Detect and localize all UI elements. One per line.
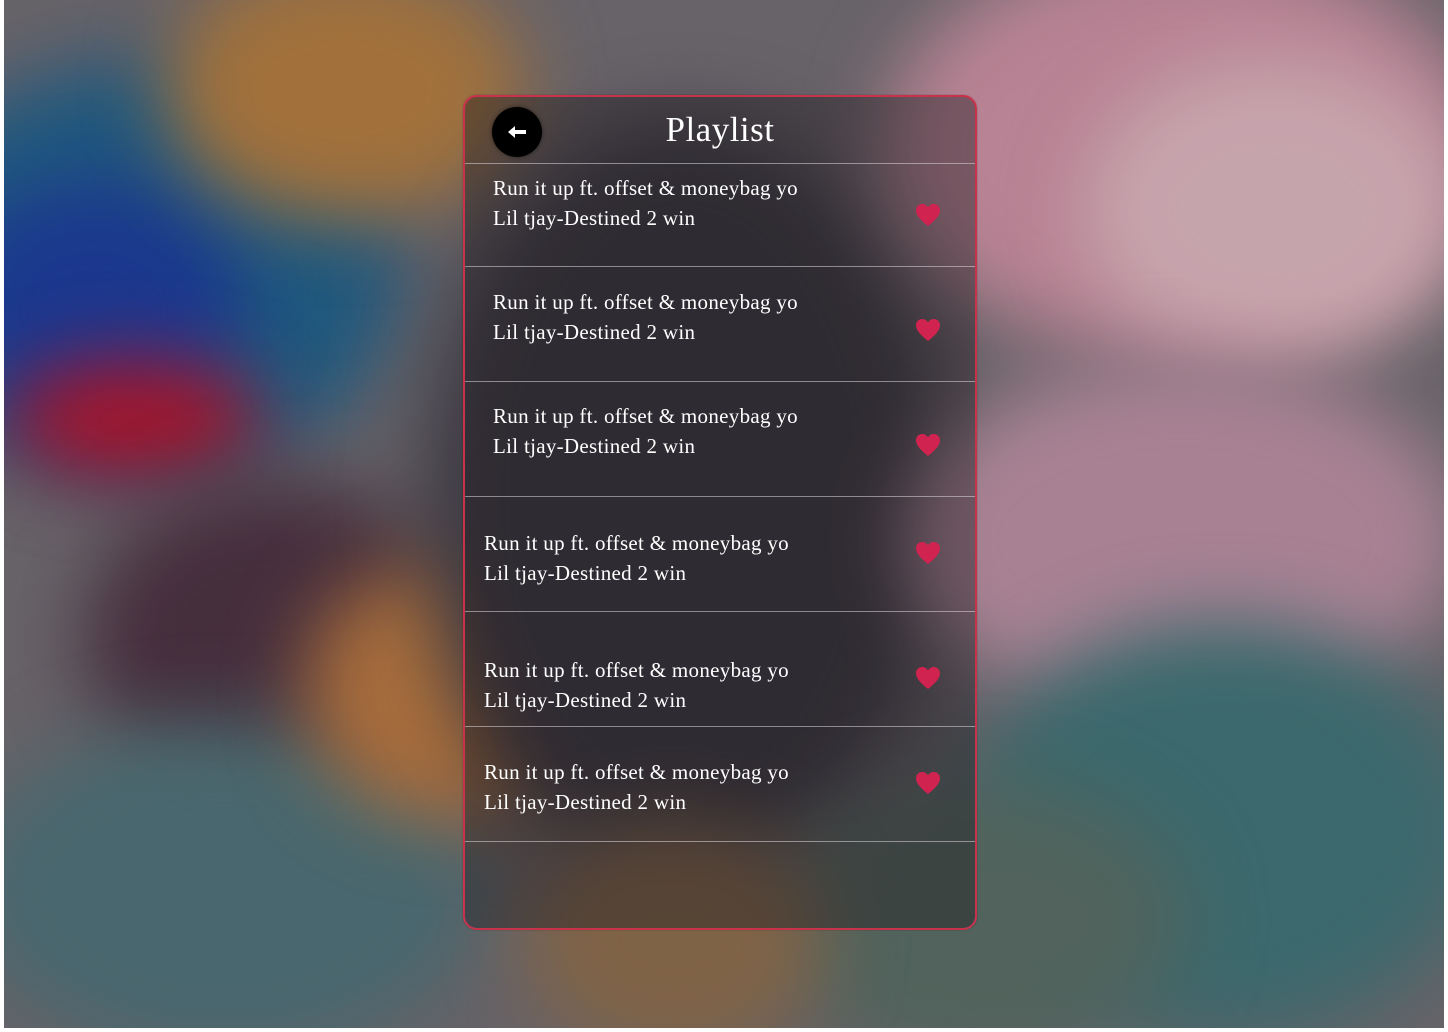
song-info: Run it up ft. offset & moneybag yo Lil t… bbox=[493, 173, 798, 233]
playlist-row[interactable]: Run it up ft. offset & moneybag yo Lil t… bbox=[465, 727, 975, 842]
song-artist: Lil tjay-Destined 2 win bbox=[493, 206, 696, 230]
page-title: Playlist bbox=[665, 110, 775, 149]
song-title: Run it up ft. offset & moneybag yo bbox=[484, 760, 789, 784]
song-title: Run it up ft. offset & moneybag yo bbox=[484, 658, 789, 682]
song-info: Run it up ft. offset & moneybag yo Lil t… bbox=[484, 757, 789, 817]
song-artist: Lil tjay-Destined 2 win bbox=[493, 434, 696, 458]
playlist-row[interactable]: Run it up ft. offset & moneybag yo Lil t… bbox=[465, 164, 975, 267]
song-artist: Lil tjay-Destined 2 win bbox=[484, 561, 687, 585]
song-info: Run it up ft. offset & moneybag yo Lil t… bbox=[493, 287, 798, 347]
song-title: Run it up ft. offset & moneybag yo bbox=[493, 176, 798, 200]
song-title: Run it up ft. offset & moneybag yo bbox=[493, 404, 798, 428]
heart-icon[interactable] bbox=[915, 666, 941, 690]
heart-icon[interactable] bbox=[915, 318, 941, 342]
playlist-row[interactable]: Run it up ft. offset & moneybag yo Lil t… bbox=[465, 382, 975, 497]
song-info: Run it up ft. offset & moneybag yo Lil t… bbox=[493, 401, 798, 461]
playlist-row[interactable]: Run it up ft. offset & moneybag yo Lil t… bbox=[465, 497, 975, 612]
heart-icon[interactable] bbox=[915, 203, 941, 227]
empty-list-space bbox=[465, 842, 975, 928]
playlist-row[interactable]: Run it up ft. offset & moneybag yo Lil t… bbox=[465, 612, 975, 727]
song-title: Run it up ft. offset & moneybag yo bbox=[484, 531, 789, 555]
playlist-row[interactable]: Run it up ft. offset & moneybag yo Lil t… bbox=[465, 267, 975, 382]
heart-icon[interactable] bbox=[915, 771, 941, 795]
heart-icon[interactable] bbox=[915, 433, 941, 457]
playlist-card: Playlist Run it up ft. offset & moneybag… bbox=[463, 95, 977, 930]
heart-icon[interactable] bbox=[915, 541, 941, 565]
song-artist: Lil tjay-Destined 2 win bbox=[484, 688, 687, 712]
song-title: Run it up ft. offset & moneybag yo bbox=[493, 290, 798, 314]
song-info: Run it up ft. offset & moneybag yo Lil t… bbox=[484, 528, 789, 588]
playlist-header: Playlist bbox=[465, 97, 975, 164]
song-artist: Lil tjay-Destined 2 win bbox=[493, 320, 696, 344]
song-artist: Lil tjay-Destined 2 win bbox=[484, 790, 687, 814]
song-info: Run it up ft. offset & moneybag yo Lil t… bbox=[484, 655, 789, 715]
